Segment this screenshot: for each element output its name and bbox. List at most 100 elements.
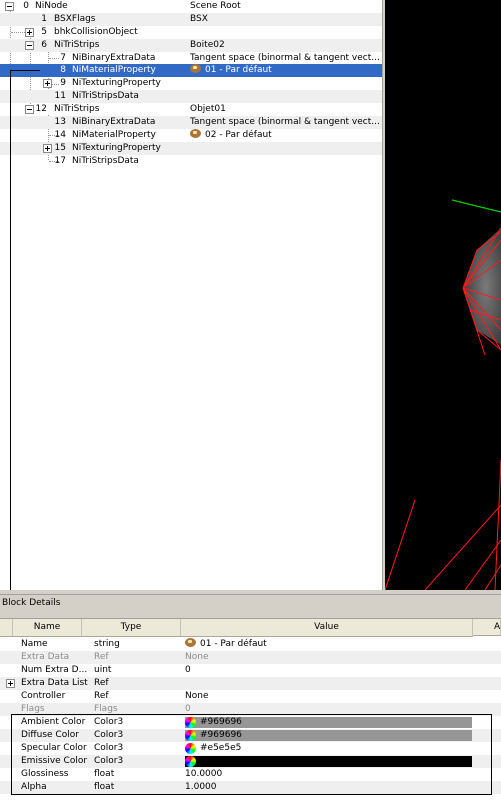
row-index: 6 bbox=[41, 40, 47, 50]
table-row[interactable]: Controller Ref None bbox=[0, 690, 501, 703]
row-name: NiMaterialProperty bbox=[72, 130, 156, 140]
material-name: 02 - Par défaut bbox=[205, 130, 272, 140]
table-row[interactable]: Ambient Color Color3 #969696 bbox=[0, 716, 501, 729]
table-row[interactable]: Diffuse Color Color3 #969696 bbox=[0, 729, 501, 742]
tree-row[interactable]: 6 NiTriStrips Boite02 bbox=[0, 39, 382, 52]
ambient-color-swatch[interactable]: #969696 bbox=[185, 717, 472, 728]
block-tree[interactable]: 0 NiNode Scene Root 1 BSXFlags BSX 5 bhk… bbox=[0, 0, 383, 590]
tree-row[interactable]: 1 BSXFlags BSX bbox=[0, 13, 382, 26]
row-value: Objet01 bbox=[190, 104, 226, 114]
table-row[interactable]: Name string 01 - Par défaut bbox=[0, 638, 501, 651]
field-name: Specular Color bbox=[21, 743, 87, 753]
field-value[interactable]: 1.0000 bbox=[185, 781, 217, 794]
tree-row[interactable]: 17 NiTriStripsData bbox=[0, 155, 382, 168]
field-type: Ref bbox=[94, 678, 109, 688]
palette-icon bbox=[190, 64, 201, 73]
field-value[interactable]: 0 bbox=[185, 703, 191, 716]
field-type: Color3 bbox=[94, 756, 124, 766]
row-value: BSX bbox=[190, 14, 208, 24]
material-name: 01 - Par défaut bbox=[205, 65, 272, 75]
tree-row[interactable]: 15 NiTexturingProperty bbox=[0, 142, 382, 155]
row-index: 15 bbox=[54, 143, 66, 153]
field-type: uint bbox=[94, 665, 112, 675]
tree-row[interactable]: 11 NiTriStripsData bbox=[0, 90, 382, 103]
column-header-a[interactable]: A bbox=[473, 619, 501, 636]
table-row[interactable]: Num Extra D... uint 0 bbox=[0, 664, 501, 677]
expand-icon[interactable] bbox=[6, 679, 15, 688]
color-wheel-icon bbox=[185, 717, 196, 728]
row-index: 1 bbox=[41, 14, 47, 24]
render-viewport[interactable] bbox=[385, 0, 501, 590]
row-name: NiTriStrips bbox=[54, 104, 100, 114]
tree-row[interactable]: 9 NiTexturingProperty bbox=[0, 77, 382, 90]
tree-row[interactable]: 14 NiMaterialProperty 02 - Par défaut bbox=[0, 129, 382, 142]
column-header-type[interactable]: Type bbox=[82, 619, 181, 637]
row-value: Scene Root bbox=[190, 1, 241, 11]
row-name: NiNode bbox=[35, 1, 68, 11]
row-name: NiTriStripsData bbox=[72, 91, 139, 101]
field-type: Color3 bbox=[94, 717, 124, 727]
guide-line bbox=[10, 70, 11, 590]
diffuse-color-swatch[interactable]: #969696 bbox=[185, 730, 472, 741]
row-value: 02 - Par défaut bbox=[190, 129, 272, 142]
column-header-name[interactable]: Name bbox=[13, 619, 82, 637]
tree-row[interactable]: 5 bhkCollisionObject bbox=[0, 26, 382, 39]
row-index: 17 bbox=[54, 156, 66, 166]
row-name: NiTexturingProperty bbox=[72, 78, 161, 88]
row-name: NiBinaryExtraData bbox=[72, 117, 156, 127]
table-row[interactable]: Glossiness float 10.0000 bbox=[0, 768, 501, 781]
row-index: 12 bbox=[35, 104, 47, 114]
table-row[interactable]: Specular Color Color3 #e5e5e5 bbox=[0, 742, 501, 755]
color-wheel-icon bbox=[185, 730, 196, 741]
field-type: string bbox=[94, 639, 120, 649]
field-value[interactable]: 10.0000 bbox=[185, 768, 222, 781]
color-value: #969696 bbox=[200, 730, 242, 740]
field-value[interactable]: None bbox=[185, 690, 208, 703]
row-index: 0 bbox=[23, 1, 29, 11]
field-value[interactable]: None bbox=[185, 651, 208, 664]
table-row[interactable]: Extra Data Ref None bbox=[0, 651, 501, 664]
field-name: Alpha bbox=[21, 782, 47, 792]
row-name: NiMaterialProperty bbox=[72, 65, 156, 75]
tree-row[interactable]: 0 NiNode Scene Root bbox=[0, 0, 382, 13]
tree-row[interactable]: 12 NiTriStrips Objet01 bbox=[0, 103, 382, 116]
column-header-value[interactable]: Value bbox=[181, 619, 473, 637]
field-type: Color3 bbox=[94, 743, 124, 753]
field-name: Glossiness bbox=[21, 769, 69, 779]
table-row[interactable]: Flags Flags 0 bbox=[0, 703, 501, 716]
table-row[interactable]: Extra Data List Ref bbox=[0, 677, 501, 690]
field-name: Name bbox=[21, 639, 48, 649]
field-name: Emissive Color bbox=[21, 756, 88, 766]
row-index: 9 bbox=[60, 78, 66, 88]
block-details-title: Block Details bbox=[2, 598, 61, 608]
palette-icon bbox=[185, 638, 196, 647]
color-wheel-icon bbox=[185, 743, 196, 754]
tree-row[interactable]: 13 NiBinaryExtraData Tangent space (bino… bbox=[0, 116, 382, 129]
field-name: Extra Data bbox=[21, 652, 70, 662]
field-type: float bbox=[94, 769, 115, 779]
field-name: Ambient Color bbox=[21, 717, 86, 727]
row-name: NiTriStrips bbox=[54, 40, 100, 50]
row-index: 13 bbox=[54, 117, 66, 127]
table-row[interactable]: Emissive Color Color3 bbox=[0, 755, 501, 768]
table-row[interactable]: Alpha float 1.0000 bbox=[0, 781, 501, 794]
row-index: 14 bbox=[54, 130, 66, 140]
field-value[interactable]: 0 bbox=[185, 664, 191, 677]
guide-line bbox=[10, 70, 40, 71]
specular-color-swatch[interactable]: #e5e5e5 bbox=[185, 743, 472, 754]
row-index: 8 bbox=[60, 65, 66, 75]
row-name: BSXFlags bbox=[54, 14, 96, 24]
emissive-color-swatch[interactable] bbox=[185, 756, 472, 767]
field-name: Extra Data List bbox=[21, 678, 88, 688]
block-details-table[interactable]: Name Type Value A Name string 01 - Par d… bbox=[0, 618, 501, 801]
field-name: Controller bbox=[21, 691, 66, 701]
field-value[interactable]: 01 - Par défaut bbox=[185, 638, 267, 651]
value-text: 01 - Par défaut bbox=[200, 639, 267, 649]
field-type: float bbox=[94, 782, 115, 792]
splitter[interactable] bbox=[0, 590, 501, 595]
field-name: Num Extra D... bbox=[21, 665, 88, 675]
color-value: #969696 bbox=[200, 717, 242, 727]
color-wheel-icon bbox=[185, 756, 196, 767]
field-type: Ref bbox=[94, 652, 109, 662]
tree-row-selected[interactable]: 8 NiMaterialProperty 01 - Par défaut bbox=[0, 64, 382, 77]
